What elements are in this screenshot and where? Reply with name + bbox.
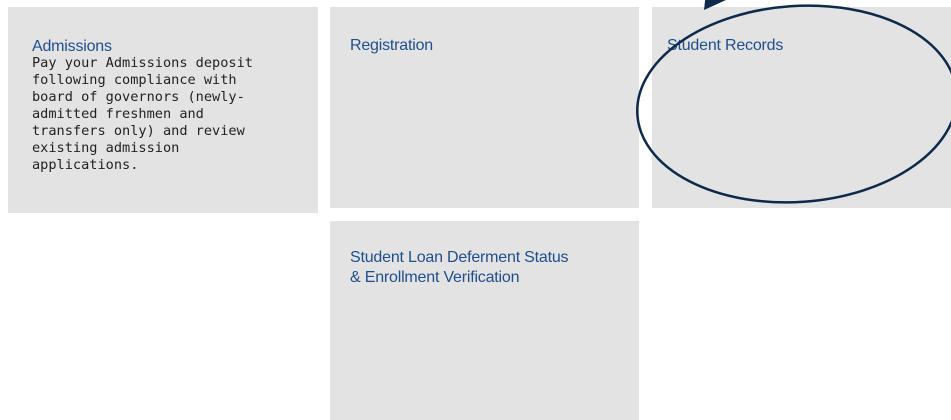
tile-registration[interactable]: Registration: [330, 7, 639, 208]
tile-admissions[interactable]: Admissions Pay your Admissions deposit f…: [8, 7, 318, 213]
student-records-title[interactable]: Student Records: [667, 36, 783, 56]
tile-loan-deferment[interactable]: Student Loan Deferment Status & Enrollme…: [330, 221, 639, 420]
admissions-title[interactable]: Admissions: [32, 37, 112, 57]
tile-student-records[interactable]: Student Records: [652, 7, 951, 208]
admissions-description: Pay your Admissions deposit following co…: [32, 55, 253, 173]
loan-deferment-title[interactable]: Student Loan Deferment Status & Enrollme…: [350, 248, 640, 288]
registration-title[interactable]: Registration: [350, 36, 433, 56]
